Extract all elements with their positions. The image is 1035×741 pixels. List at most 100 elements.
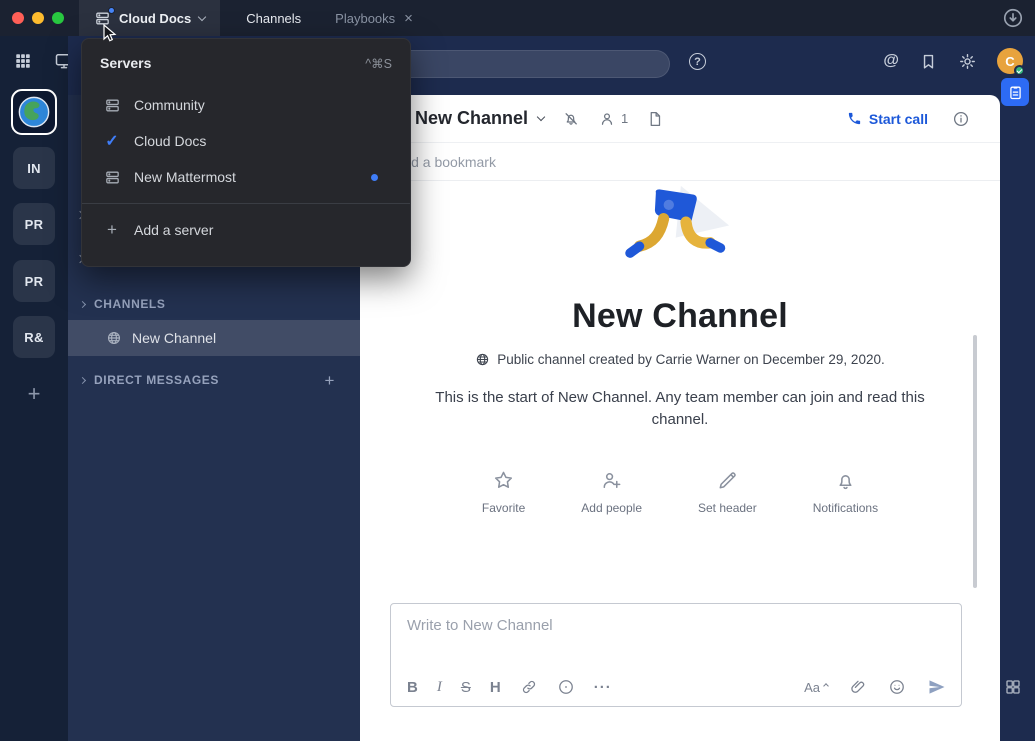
notifications-muted-icon[interactable] [562,110,580,128]
channel-intro-body: This is the start of New Channel. Any te… [406,387,954,431]
channel-intro-heading: New Channel [572,297,788,336]
channel-files-icon[interactable] [646,110,664,128]
main-content: New Channel 1 Start call Add a bookmark [360,95,1000,741]
bold-icon[interactable]: B [407,680,418,695]
add-people-button[interactable]: Add people [581,469,642,515]
add-direct-message-icon[interactable]: + [324,372,335,389]
window-controls [0,12,79,24]
sidebar-channel-new-channel[interactable]: New Channel [68,320,360,356]
chevron-right-icon [79,376,86,383]
add-people-label: Add people [581,501,642,515]
tab-channels-label: Channels [246,11,301,26]
channel-members-icon[interactable]: 1 [598,110,628,128]
menu-separator [82,203,410,204]
tab-channels[interactable]: Channels [246,11,301,26]
send-message-icon[interactable] [927,677,947,697]
message-input[interactable] [407,617,945,634]
header-right-controls: @ C [883,48,1023,74]
team-item-active[interactable] [11,89,57,135]
team-item[interactable]: PR [13,203,55,245]
close-window-button[interactable] [12,12,24,24]
scrollbar[interactable] [973,335,977,588]
user-avatar[interactable]: C [997,48,1023,74]
search-input[interactable] [380,50,670,78]
notifications-button[interactable]: Notifications [813,469,878,515]
start-call-button[interactable]: Start call [847,111,928,127]
team-initials: PR [25,217,44,232]
tab-playbooks-label: Playbooks [335,11,395,26]
set-header-button[interactable]: Set header [698,469,757,515]
channel-intro: New Channel Public channel created by Ca… [360,183,1000,515]
italic-icon[interactable]: I [437,680,442,695]
direct-messages-category-header[interactable]: DIRECT MESSAGES + [68,367,360,393]
zoom-window-button[interactable] [52,12,64,24]
heading-icon[interactable]: H [490,680,501,695]
settings-gear-icon[interactable] [958,52,977,71]
strikethrough-icon[interactable]: S [461,680,471,695]
add-server-label: Add a server [134,222,213,238]
server-icon [100,169,124,186]
team-initials: PR [25,274,44,289]
phone-icon [847,111,862,126]
team-item[interactable]: IN [13,147,55,189]
slash-commands-icon[interactable] [557,678,575,696]
update-download-icon[interactable] [1002,7,1024,29]
menu-item-label: New Mattermost [134,169,236,185]
menu-item-cloud-docs[interactable]: ✓ Cloud Docs [82,123,410,159]
bell-icon [834,469,857,492]
menu-item-label: Cloud Docs [134,133,206,149]
menu-item-community[interactable]: Community [82,87,410,123]
help-icon[interactable]: ? [689,53,706,70]
attach-file-icon[interactable] [849,678,867,696]
team-item[interactable]: PR [13,260,55,302]
plus-icon: + [100,220,124,240]
playbooks-app-icon[interactable] [1001,78,1029,106]
menu-item-label: Community [134,97,205,113]
emoji-icon[interactable] [888,678,906,696]
check-icon: ✓ [100,131,124,151]
menu-item-add-server[interactable]: + Add a server [82,212,410,248]
titlebar: Cloud Docs Channels Playbooks × [0,0,1035,36]
star-icon [492,469,515,492]
product-menu-icon[interactable] [14,52,32,70]
channels-category-header[interactable]: CHANNELS [68,291,360,317]
app-bar [1000,36,1035,741]
channel-intro-meta: Public channel created by Carrie Warner … [475,352,884,367]
chevron-down-icon[interactable] [537,113,545,121]
bookmark-bar[interactable]: Add a bookmark [360,143,1000,181]
globe-team-avatar [17,95,51,129]
close-icon[interactable]: × [404,11,413,26]
formatting-toolbar: B I S H ··· Aa [407,677,947,697]
link-icon[interactable] [520,678,538,696]
channel-intro-actions: Favorite Add people Set header Notificat… [482,469,878,515]
pencil-icon [716,469,739,492]
apps-grid-icon[interactable] [1004,678,1022,696]
favorite-button[interactable]: Favorite [482,469,525,515]
start-call-label: Start call [869,111,928,127]
more-formatting-icon[interactable]: ··· [594,679,612,696]
minimize-window-button[interactable] [32,12,44,24]
unread-dot [108,7,115,14]
team-initials: IN [27,161,41,176]
member-count: 1 [621,111,628,126]
unread-dot [371,174,378,181]
message-composer[interactable]: B I S H ··· Aa [390,603,962,707]
server-icon [100,97,124,114]
toggle-formatting-icon[interactable]: Aa [804,680,828,695]
menu-item-new-mattermost[interactable]: New Mattermost [82,159,410,195]
saved-messages-icon[interactable] [919,52,938,71]
channel-title[interactable]: New Channel [415,108,528,129]
channel-name-label: New Channel [132,330,216,346]
servers-menu-header: Servers ^⌘S [82,39,410,87]
team-item[interactable]: R& [13,316,55,358]
channel-info-icon[interactable] [952,110,970,128]
tab-playbooks[interactable]: Playbooks × [335,11,413,26]
avatar-initial: C [1005,54,1014,69]
mentions-icon[interactable]: @ [883,52,899,70]
composer-right-controls: Aa [804,677,947,697]
team-sidebar: IN PR PR R& + [0,36,68,741]
add-team-button[interactable]: + [0,380,68,408]
add-people-icon [600,469,623,492]
dm-category-label: DIRECT MESSAGES [94,373,219,387]
globe-icon [475,352,490,367]
